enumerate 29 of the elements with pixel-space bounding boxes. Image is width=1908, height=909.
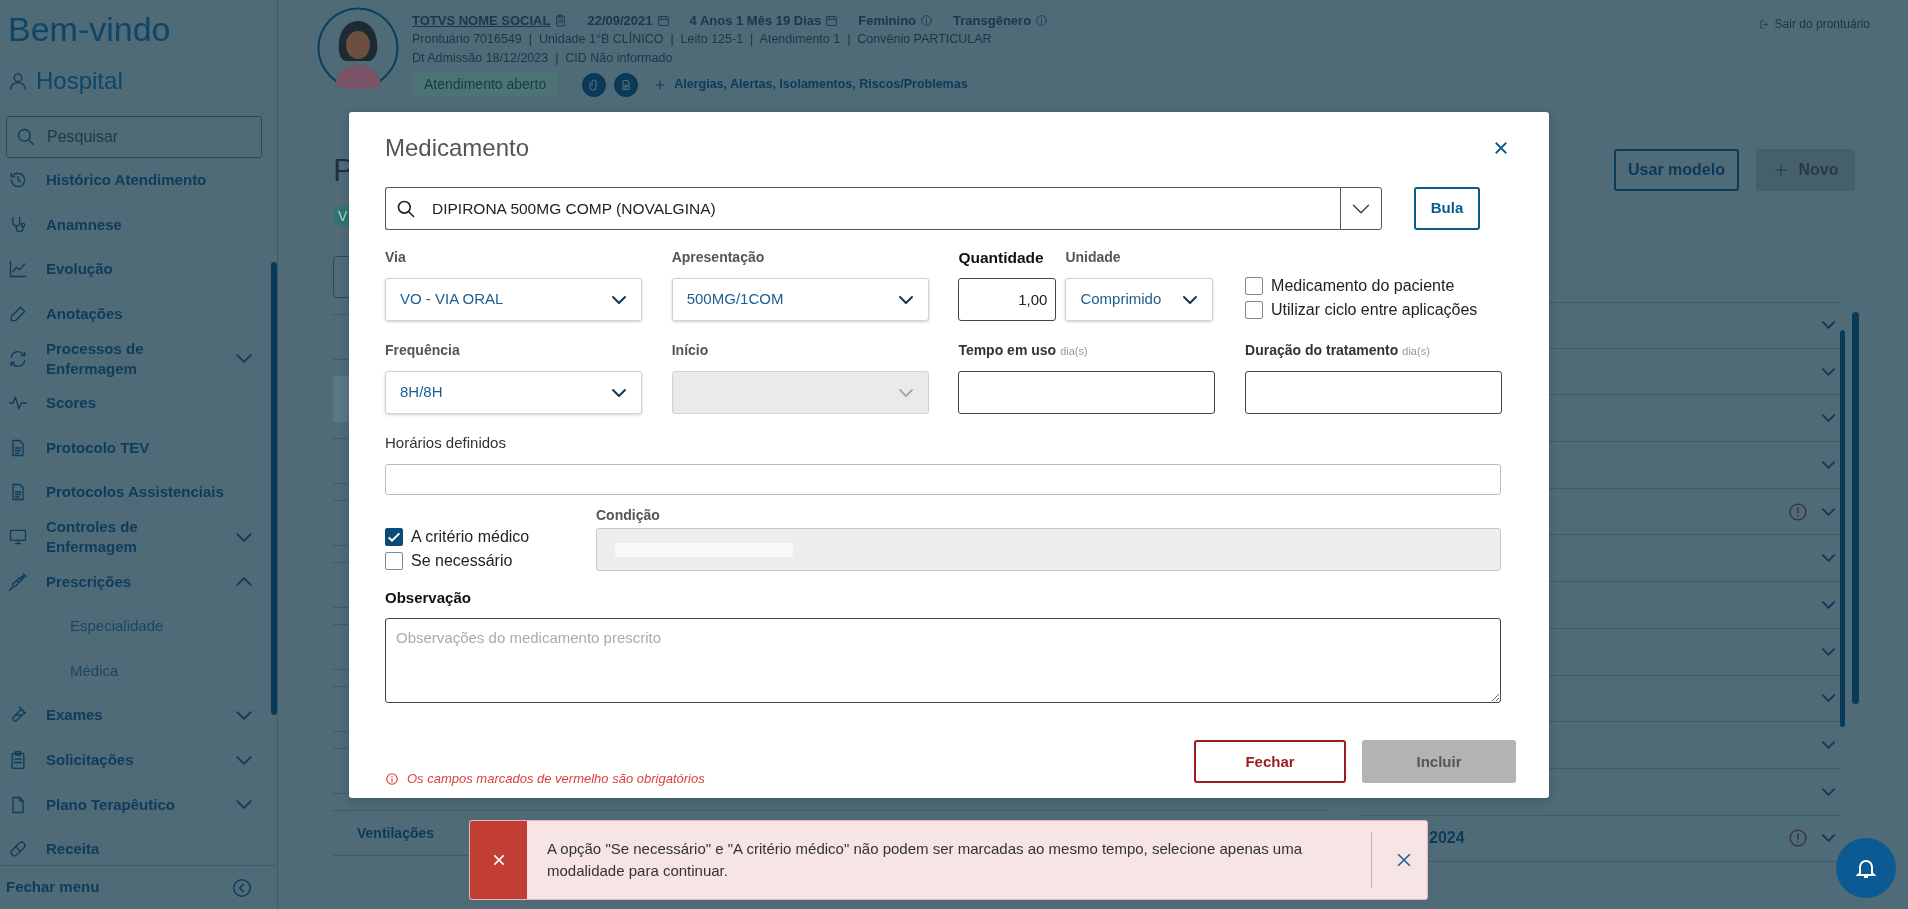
user-name: Hospital — [36, 66, 123, 96]
status-badge: Atendimento aberto — [412, 72, 559, 97]
checkbox-label: Utilizar ciclo entre aplicações — [1271, 300, 1478, 320]
patient-gender: Transgênero — [953, 12, 1032, 30]
checkbox-label: Medicamento do paciente — [1271, 276, 1455, 296]
checkbox-label: A critério médico — [411, 527, 530, 547]
field-label: Unidade — [1065, 249, 1122, 266]
patient-age: 4 Anos 1 Mês 19 Dias — [689, 12, 822, 30]
field-label: Apresentação — [671, 249, 766, 266]
welcome-title: Bem-vindo — [7, 9, 172, 50]
field-label: Duração do tratamento — [1245, 342, 1399, 359]
row-title: Ventilações — [357, 823, 435, 843]
field-label: Horários definidos — [385, 434, 507, 451]
toast-message: A opção "Se necessário" e "A critério médico" não podem ser marcadas ao mesmo tempo, selecione apenas uma modalidade para continuar. — [547, 839, 1304, 881]
unit-label: dia(s) — [1060, 344, 1088, 359]
field-label: Observação — [385, 589, 472, 607]
field-label: Tempo em uso — [958, 342, 1057, 359]
field-label: Condição — [596, 507, 661, 524]
dialog-title: Medicamento — [385, 134, 530, 162]
checkbox-label: Se necessário — [411, 551, 513, 571]
birth-date: 22/09/2021 — [587, 12, 653, 30]
unit-label: dia(s) — [1402, 344, 1430, 359]
patient-sex: Feminino — [858, 12, 917, 30]
row-title: 2024 — [1429, 828, 1465, 849]
field-label: Frequência — [385, 342, 461, 359]
field-label: Início — [671, 342, 710, 359]
field-label: Quantidade — [958, 249, 1045, 266]
required-note: Os campos marcados de vermelho são obrigatórios — [407, 770, 705, 788]
field-label: Via — [385, 249, 407, 266]
